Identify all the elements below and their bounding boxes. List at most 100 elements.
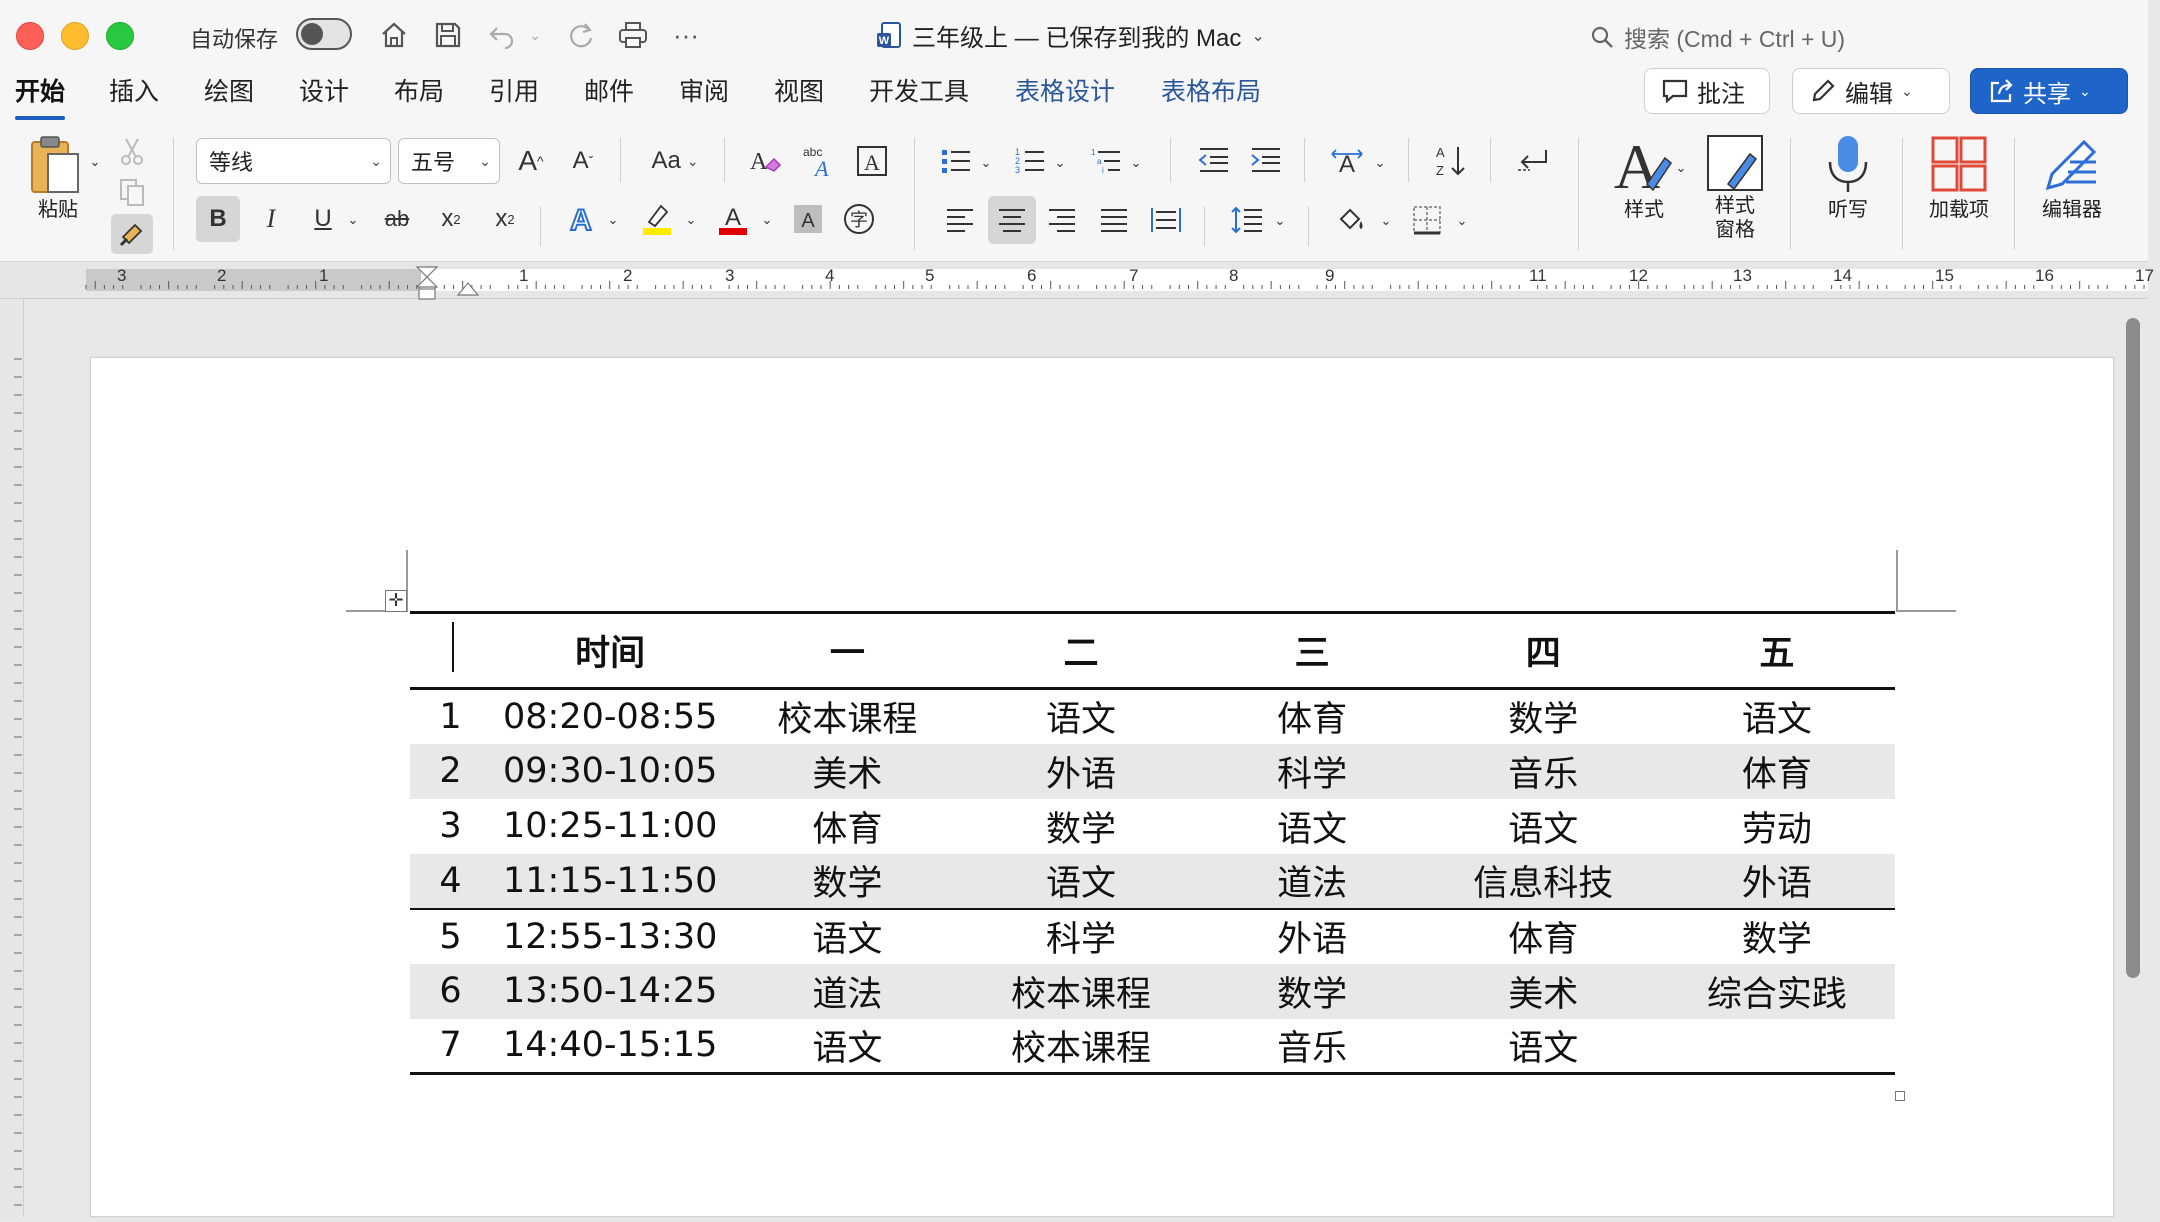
shading-dropdown[interactable]: ⌄ [1378, 212, 1394, 230]
table-header-cell[interactable]: 三 [1197, 613, 1428, 689]
table-cell[interactable]: 数学 [1197, 964, 1428, 1019]
table-cell[interactable]: 音乐 [1428, 744, 1659, 799]
add-ins-button[interactable]: 加载项 [1916, 132, 2002, 222]
table-cell[interactable]: 道法 [1197, 854, 1428, 909]
table-cell[interactable]: 1 [410, 689, 491, 744]
vertical-ruler[interactable] [0, 299, 24, 1217]
table-move-handle[interactable]: ✛ [385, 590, 407, 612]
tab-review[interactable]: 审阅 [679, 72, 729, 108]
table-cell[interactable]: 10:25-11:00 [491, 799, 729, 854]
justify-button[interactable] [1094, 198, 1134, 242]
underline-options-dropdown[interactable]: ⌄ [344, 210, 362, 230]
increase-indent-button[interactable] [1246, 140, 1286, 182]
tab-insert[interactable]: 插入 [109, 72, 159, 108]
clear-formatting-button[interactable]: A [744, 140, 786, 182]
font-name-combo[interactable]: 等线 ⌄ [196, 138, 391, 184]
borders-dropdown[interactable]: ⌄ [1454, 212, 1470, 230]
table-cell[interactable]: 语文 [965, 854, 1196, 909]
table-header-cell[interactable]: 一 [729, 613, 965, 689]
font-color-dropdown[interactable]: ⌄ [758, 210, 776, 230]
table-cell[interactable]: 美术 [1428, 964, 1659, 1019]
comments-button[interactable]: 批注 [1644, 68, 1770, 114]
autosave-toggle[interactable] [296, 18, 352, 50]
close-window-button[interactable] [16, 22, 44, 50]
font-size-combo[interactable]: 五号 ⌄ [398, 138, 500, 184]
line-spacing-dropdown[interactable]: ⌄ [1272, 212, 1288, 230]
search-field[interactable]: 搜索 (Cmd + Ctrl + U) [1590, 20, 1845, 54]
cut-button[interactable] [116, 136, 148, 168]
table-cell[interactable]: 语文 [729, 1019, 965, 1074]
table-cell[interactable]: 美术 [729, 744, 965, 799]
minimize-window-button[interactable] [61, 22, 89, 50]
tab-view[interactable]: 视图 [774, 72, 824, 108]
table-cell[interactable]: 12:55-13:30 [491, 909, 729, 964]
grow-font-button[interactable]: A ^ [510, 140, 552, 182]
text-effects-button[interactable]: A [560, 196, 602, 242]
decrease-indent-button[interactable] [1194, 140, 1234, 182]
align-left-button[interactable] [940, 198, 980, 242]
table-cell[interactable]: 体育 [1197, 689, 1428, 744]
tab-design[interactable]: 设计 [299, 72, 349, 108]
editing-mode-button[interactable]: 编辑 ⌄ [1792, 68, 1950, 114]
character-shading-button[interactable]: A [788, 196, 828, 242]
share-button[interactable]: 共享 ⌄ [1970, 68, 2128, 114]
indent-marker-icon[interactable] [412, 265, 442, 301]
tab-mailings[interactable]: 邮件 [584, 72, 634, 108]
styles-dropdown[interactable]: ⌄ [1672, 158, 1690, 178]
change-case-button[interactable]: Aa ⌄ [640, 140, 710, 182]
table-cell[interactable]: 外语 [1659, 854, 1895, 909]
italic-button[interactable]: I [250, 196, 292, 242]
line-spacing-button[interactable] [1226, 198, 1268, 242]
paste-options-dropdown[interactable]: ⌄ [86, 152, 104, 172]
zoom-window-button[interactable] [106, 22, 134, 50]
save-button[interactable] [428, 14, 468, 56]
table-cell[interactable]: 3 [410, 799, 491, 854]
table-cell[interactable]: 科学 [965, 909, 1196, 964]
numbering-button[interactable]: 123 [1010, 140, 1050, 182]
redo-button[interactable] [560, 14, 600, 56]
align-right-button[interactable] [1042, 198, 1082, 242]
table-cell[interactable]: 语文 [1197, 799, 1428, 854]
undo-dropdown[interactable]: ⌄ [524, 14, 546, 56]
styles-pane-button[interactable]: 样式 窗格 [1700, 132, 1770, 242]
table-cell[interactable]: 语文 [965, 689, 1196, 744]
table-cell[interactable]: 4 [410, 854, 491, 909]
copy-button[interactable] [116, 176, 148, 208]
text-effects-dropdown[interactable]: ⌄ [604, 210, 622, 230]
table-cell[interactable]: 综合实践 [1659, 964, 1895, 1019]
table-cell[interactable]: 科学 [1197, 744, 1428, 799]
schedule-table-container[interactable]: 时间一二三四五 1 08:20-08:55 校本课程 语文 体育 数学 语文 2 09:30-1… [410, 611, 1895, 1075]
underline-button[interactable]: U [302, 196, 344, 242]
home-button[interactable] [374, 14, 414, 56]
align-center-button[interactable] [988, 196, 1036, 244]
bold-button[interactable]: B [196, 196, 240, 242]
borders-button[interactable] [1406, 198, 1448, 242]
paste-button[interactable]: 粘贴 [18, 132, 98, 222]
table-cell[interactable]: 数学 [729, 854, 965, 909]
table-header-cell[interactable]: 时间 [491, 613, 729, 689]
table-cell[interactable]: 信息科技 [1428, 854, 1659, 909]
distributed-button[interactable] [1146, 198, 1186, 242]
table-cell[interactable]: 道法 [729, 964, 965, 1019]
table-cell[interactable]: 语文 [729, 909, 965, 964]
superscript-button[interactable]: x2 [484, 196, 526, 242]
table-cell[interactable]: 校本课程 [965, 964, 1196, 1019]
table-header-cell[interactable] [410, 613, 491, 689]
table-cell[interactable]: 5 [410, 909, 491, 964]
table-cell[interactable]: 体育 [1428, 909, 1659, 964]
numbering-dropdown[interactable]: ⌄ [1052, 154, 1068, 172]
font-color-button[interactable]: A [712, 196, 754, 242]
strikethrough-button[interactable]: ab [376, 196, 418, 242]
tab-table-layout[interactable]: 表格布局 [1161, 72, 1261, 108]
format-painter-button[interactable] [111, 214, 153, 254]
table-cell[interactable]: 数学 [1659, 909, 1895, 964]
document-title[interactable]: W 三年级上 — 已保存到我的 Mac ⌄ [876, 18, 1265, 53]
table-cell[interactable]: 语文 [1428, 1019, 1659, 1074]
table-cell[interactable]: 7 [410, 1019, 491, 1074]
table-cell[interactable]: 11:15-11:50 [491, 854, 729, 909]
table-cell[interactable]: 09:30-10:05 [491, 744, 729, 799]
multilevel-list-dropdown[interactable]: ⌄ [1128, 154, 1144, 172]
print-button[interactable] [612, 14, 654, 56]
sort-button[interactable]: AZ [1430, 140, 1472, 182]
right-indent-marker-icon[interactable] [456, 277, 480, 297]
